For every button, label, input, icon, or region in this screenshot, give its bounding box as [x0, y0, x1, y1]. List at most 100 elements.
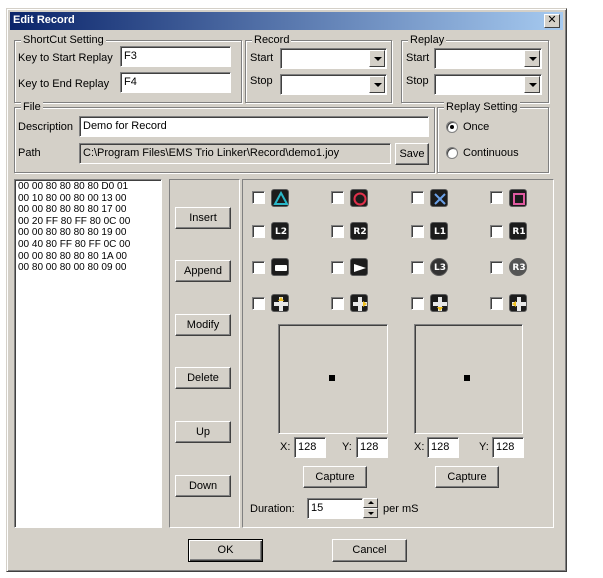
record-stop-label: Stop [250, 75, 273, 87]
right-analog-stick-area[interactable] [414, 324, 523, 434]
shortcut-setting-legend: ShortCut Setting [21, 33, 106, 47]
spin-down-icon[interactable] [363, 508, 378, 518]
replay-stop-label: Stop [406, 75, 429, 87]
circle-icon [350, 189, 368, 207]
dpad-left-checkbox[interactable] [490, 297, 503, 310]
replay-setting-group: Replay Setting [437, 100, 549, 173]
duration-spinner[interactable] [363, 498, 378, 518]
up-button[interactable]: Up [175, 421, 231, 443]
cross-icon [430, 189, 448, 207]
ok-button[interactable]: OK [188, 539, 263, 562]
close-button[interactable]: ✕ [544, 14, 560, 28]
triangle-icon [271, 189, 289, 207]
end-replay-key-label: Key to End Replay [18, 78, 110, 90]
left-capture-button[interactable]: Capture [303, 466, 367, 488]
duration-label: Duration: [250, 503, 295, 515]
continuous-radio[interactable] [446, 147, 458, 159]
insert-button[interactable]: Insert [175, 207, 231, 229]
record-data-list[interactable]: 00 00 80 80 80 80 D0 01 00 10 80 00 80 00… [14, 179, 162, 528]
duration-input[interactable]: 15 [307, 498, 363, 519]
left-x-label: X: [280, 441, 291, 453]
left-y-label: Y: [342, 441, 352, 453]
record-start-label: Start [250, 52, 274, 64]
dpad-up-checkbox[interactable] [252, 297, 265, 310]
right-capture-button[interactable]: Capture [435, 466, 499, 488]
start-checkbox[interactable] [331, 261, 344, 274]
list-item[interactable]: 00 40 80 FF 80 FF 0C 00 [18, 239, 158, 251]
replay-legend: Replay [408, 33, 447, 47]
list-item[interactable]: 00 00 80 80 80 80 1A 00 [18, 251, 158, 263]
chevron-down-icon[interactable] [369, 76, 385, 93]
chevron-down-icon[interactable] [524, 50, 540, 67]
list-item[interactable]: 00 10 80 00 80 00 13 00 [18, 193, 158, 205]
window-title: Edit Record [13, 14, 75, 26]
left-y-input[interactable]: 128 [356, 437, 388, 458]
left-x-input[interactable]: 128 [294, 437, 326, 458]
square-checkbox[interactable] [490, 191, 503, 204]
once-radio[interactable] [446, 121, 458, 133]
l3-button-icon: L3 [430, 258, 448, 276]
right-y-input[interactable]: 128 [492, 437, 524, 458]
record-start-select[interactable] [280, 48, 387, 69]
l2-button-icon: L2 [271, 222, 289, 240]
list-item[interactable]: 00 00 80 80 80 80 D0 01 [18, 181, 158, 193]
spin-up-icon[interactable] [363, 498, 378, 508]
list-item[interactable]: 00 80 00 80 00 80 09 00 [18, 262, 158, 274]
edit-record-dialog: Edit Record ✕ ShortCut Setting Key to St… [6, 8, 567, 572]
left-analog-stick-area[interactable] [278, 324, 388, 434]
replay-setting-legend: Replay Setting [444, 100, 520, 114]
list-item[interactable]: 00 20 FF 80 FF 80 0C 00 [18, 216, 158, 228]
list-item[interactable]: 00 00 80 80 80 80 17 00 [18, 204, 158, 216]
record-legend: Record [252, 33, 292, 47]
dpad-right-icon [350, 294, 368, 312]
down-button[interactable]: Down [175, 475, 231, 497]
l3-checkbox[interactable] [411, 261, 424, 274]
right-y-label: Y: [479, 441, 489, 453]
r1-button-icon: R1 [509, 222, 527, 240]
r3-checkbox[interactable] [490, 261, 503, 274]
chevron-down-icon[interactable] [369, 50, 385, 67]
select-button-icon [271, 258, 289, 276]
l1-button-icon: L1 [430, 222, 448, 240]
record-stop-select[interactable] [280, 74, 387, 95]
replay-stop-select[interactable] [434, 74, 542, 95]
dpad-left-icon [509, 294, 527, 312]
r2-checkbox[interactable] [331, 225, 344, 238]
append-button[interactable]: Append [175, 260, 231, 282]
description-label: Description [18, 121, 74, 133]
save-button[interactable]: Save [395, 143, 429, 165]
modify-button[interactable]: Modify [175, 314, 231, 336]
r2-button-icon: R2 [350, 222, 368, 240]
list-item[interactable]: 00 00 80 80 80 80 19 00 [18, 227, 158, 239]
description-input[interactable]: Demo for Record [79, 116, 429, 137]
l1-checkbox[interactable] [411, 225, 424, 238]
select-checkbox[interactable] [252, 261, 265, 274]
right-x-label: X: [414, 441, 425, 453]
l2-checkbox[interactable] [252, 225, 265, 238]
triangle-checkbox[interactable] [252, 191, 265, 204]
dpad-down-checkbox[interactable] [411, 297, 424, 310]
file-legend: File [21, 100, 43, 114]
once-label[interactable]: Once [463, 121, 489, 134]
replay-start-select[interactable] [434, 48, 542, 69]
dpad-right-checkbox[interactable] [331, 297, 344, 310]
path-field[interactable]: C:\Program Files\EMS Trio Linker\Record\… [79, 143, 391, 164]
dpad-up-icon [271, 294, 289, 312]
delete-button[interactable]: Delete [175, 367, 231, 389]
circle-checkbox[interactable] [331, 191, 344, 204]
start-button-icon [350, 258, 368, 276]
square-icon [509, 189, 527, 207]
chevron-down-icon[interactable] [524, 76, 540, 93]
left-stick-position-marker[interactable] [329, 375, 335, 381]
cross-checkbox[interactable] [411, 191, 424, 204]
continuous-label[interactable]: Continuous [463, 147, 519, 160]
r1-checkbox[interactable] [490, 225, 503, 238]
title-bar[interactable]: Edit Record ✕ [10, 12, 563, 30]
close-icon: ✕ [547, 14, 557, 26]
cancel-button[interactable]: Cancel [332, 539, 407, 562]
start-replay-key-input[interactable]: F3 [120, 46, 231, 67]
right-x-input[interactable]: 128 [427, 437, 459, 458]
right-stick-position-marker[interactable] [464, 375, 470, 381]
end-replay-key-input[interactable]: F4 [120, 72, 231, 93]
path-label: Path [18, 147, 41, 159]
